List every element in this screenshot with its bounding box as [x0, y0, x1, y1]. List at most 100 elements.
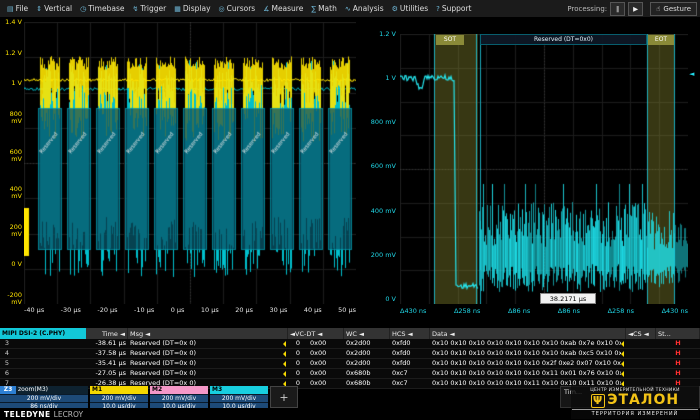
cell-msg: Reserved (DT=0x 0) [128, 359, 288, 368]
cell-data: 0x10 0x10 0x10 0x10 0x10 0x10 0x2f 0xe2 … [430, 359, 626, 368]
table-row[interactable]: 6 -27.05 µs Reserved (DT=0x 0) 0 0x00 0x… [0, 369, 700, 379]
cell-hcs: 0xfd0 [390, 339, 430, 348]
decode-table-header: MIPI DSI-2 (C.PHY) Time ◄ Msg ◄ ◄VC-DT ◄… [0, 328, 700, 339]
menu-file[interactable]: ▤File [3, 0, 32, 17]
col-header-data[interactable]: Data ◄ [430, 328, 626, 339]
menu-trigger[interactable]: ↯Trigger [128, 0, 170, 17]
status-badge: H [656, 369, 700, 378]
time-label: -20 µs [97, 306, 117, 314]
menu-utilities-label: Utilities [400, 4, 428, 13]
col-header-hcs[interactable]: HCS ◄ [390, 328, 430, 339]
utilities-icon: ⚙ [392, 5, 398, 13]
cell-cs [626, 369, 656, 378]
truncation-icon [621, 371, 624, 377]
trigger-icon: ↯ [132, 5, 138, 13]
truncation-icon [621, 341, 624, 347]
menu-cursors[interactable]: ◎Cursors [215, 0, 260, 17]
table-row[interactable]: 4 -37.58 µs Reserved (DT=0x 0) 0 0x00 0x… [0, 349, 700, 359]
pause-button[interactable]: ‖ [610, 2, 625, 16]
cell-time: -35.41 µs [14, 359, 128, 368]
add-trace-button[interactable]: + [270, 386, 298, 408]
table-row[interactable]: 5 -35.41 µs Reserved (DT=0x 0) 0 0x00 0x… [0, 359, 700, 369]
menu-file-label: File [16, 4, 29, 13]
cell-hcs: 0xc7 [390, 369, 430, 378]
time-label: -40 µs [24, 306, 44, 314]
menu-math[interactable]: ∑Math [307, 0, 340, 17]
play-button[interactable]: ▶ [628, 2, 643, 16]
truncation-icon [621, 351, 624, 357]
col-header-msg[interactable]: Msg ◄ [128, 328, 288, 339]
time-label: 30 µs [270, 306, 288, 314]
cell-vc: 0 [288, 359, 308, 368]
data-bytes: 0x10 0x10 0x10 0x10 0x10 0x10 0x2f 0xe2 … [432, 359, 621, 368]
axis-label: 0 V [356, 296, 396, 303]
m1-vscale: 200 mV/div [90, 394, 148, 402]
descriptor-m2[interactable]: M2 200 mV/div 10.0 µs/div [150, 386, 208, 408]
cell-vc: 0 [288, 369, 308, 378]
brand-lecroy: LECROY [54, 410, 83, 419]
left-waveform-canvas[interactable] [24, 22, 356, 304]
delta-label: Δ430 ns [400, 307, 426, 315]
axis-label: 0 V [0, 261, 22, 268]
zoom-waveform-canvas[interactable] [400, 34, 688, 304]
cell-vc: 0 [288, 339, 308, 348]
delta-label: Δ86 ns [558, 307, 580, 315]
table-row[interactable]: 3 -38.61 µs Reserved (DT=0x 0) 0 0x00 0x… [0, 339, 700, 349]
cell-msg: Reserved (DT=0x 0) [128, 339, 288, 348]
left-voltage-axis: 1.4 V 1.2 V 1 V 800 mV 600 mV 400 mV 200… [0, 19, 22, 306]
menu-support[interactable]: ?Support [432, 0, 475, 17]
cell-dt: 0x00 [308, 349, 344, 358]
cell-cs [626, 359, 656, 368]
delta-time-readout: 38.2171 µs [540, 293, 596, 304]
cell-wc: 0x680b [344, 369, 390, 378]
cell-hcs: 0xfd0 [390, 359, 430, 368]
m2-tab: M2 [150, 386, 208, 394]
delta-time-axis: Δ430 ns Δ258 ns Δ86 ns Δ86 ns Δ258 ns Δ4… [400, 307, 688, 315]
msg-text: Reserved (DT=0x 0) [130, 359, 196, 368]
processing-cluster: Processing: ‖ ▶ ☝ Gesture [567, 2, 697, 16]
cell-msg: Reserved (DT=0x 0) [128, 369, 288, 378]
col-header-status[interactable]: St... [656, 328, 700, 339]
gesture-button[interactable]: ☝ Gesture [650, 2, 697, 16]
col-header-time[interactable]: Time ◄ [86, 328, 128, 339]
menu-display[interactable]: ▦Display [170, 0, 214, 17]
menu-utilities[interactable]: ⚙Utilities [388, 0, 433, 17]
file-icon: ▤ [7, 5, 14, 13]
descriptor-z3[interactable]: Z3 zoom(M3) 200 mV/div 86 ns/div [0, 386, 88, 408]
menu-analysis[interactable]: ∿Analysis [341, 0, 388, 17]
descriptor-m3[interactable]: M3 200 mV/div 10.0 µs/div [210, 386, 268, 408]
zoom-voltage-axis: 1.2 V 1 V 800 mV 600 mV 400 mV 200 mV 0 … [356, 31, 396, 303]
m3-tab: M3 [210, 386, 268, 394]
m1-tab: M1 [90, 386, 148, 394]
menu-bar: ▤File ⇕Vertical ◷Timebase ↯Trigger ▦Disp… [0, 0, 700, 18]
menu-timebase[interactable]: ◷Timebase [76, 0, 128, 17]
trident-icon: Ψ [591, 394, 605, 408]
support-icon: ? [436, 5, 440, 13]
gesture-label: Gesture [663, 5, 691, 13]
main-waveform-grid[interactable] [24, 22, 356, 304]
cell-wc: 0x2d00 [344, 359, 390, 368]
col-header-wc[interactable]: WC ◄ [344, 328, 390, 339]
time-label: 40 µs [304, 306, 322, 314]
descriptor-m1[interactable]: M1 200 mV/div 10.0 µs/div [90, 386, 148, 408]
zoom-waveform-grid[interactable]: SOT Reserved (DT=0x0) EOT 38.2171 µs [400, 34, 688, 304]
delta-label: Δ430 ns [662, 307, 688, 315]
row-index: 4 [0, 349, 14, 358]
col-header-vcdt[interactable]: ◄VC-DT ◄ [288, 328, 344, 339]
cell-msg: Reserved (DT=0x 0) [128, 349, 288, 358]
watermark-name: ЭТАЛОН [607, 393, 679, 408]
menu-measure[interactable]: ∡Measure [259, 0, 307, 17]
menu-measure-label: Measure [271, 4, 303, 13]
menu-display-label: Display [183, 4, 211, 13]
data-bytes: 0x10 0x10 0x10 0x10 0x10 0x10 0x10 0xab … [432, 349, 621, 358]
menu-vertical[interactable]: ⇕Vertical [32, 0, 76, 17]
axis-label: 400 mV [0, 186, 22, 200]
m3-vscale: 200 mV/div [210, 394, 268, 402]
msg-text: Reserved (DT=0x 0) [130, 349, 196, 358]
decode-protocol-title[interactable]: MIPI DSI-2 (C.PHY) [0, 328, 86, 339]
menu-cursors-label: Cursors [227, 4, 256, 13]
menu-analysis-label: Analysis [353, 4, 384, 13]
truncation-icon [621, 361, 624, 367]
status-badge: H [656, 349, 700, 358]
col-header-cs[interactable]: ◄CS ◄ [626, 328, 656, 339]
